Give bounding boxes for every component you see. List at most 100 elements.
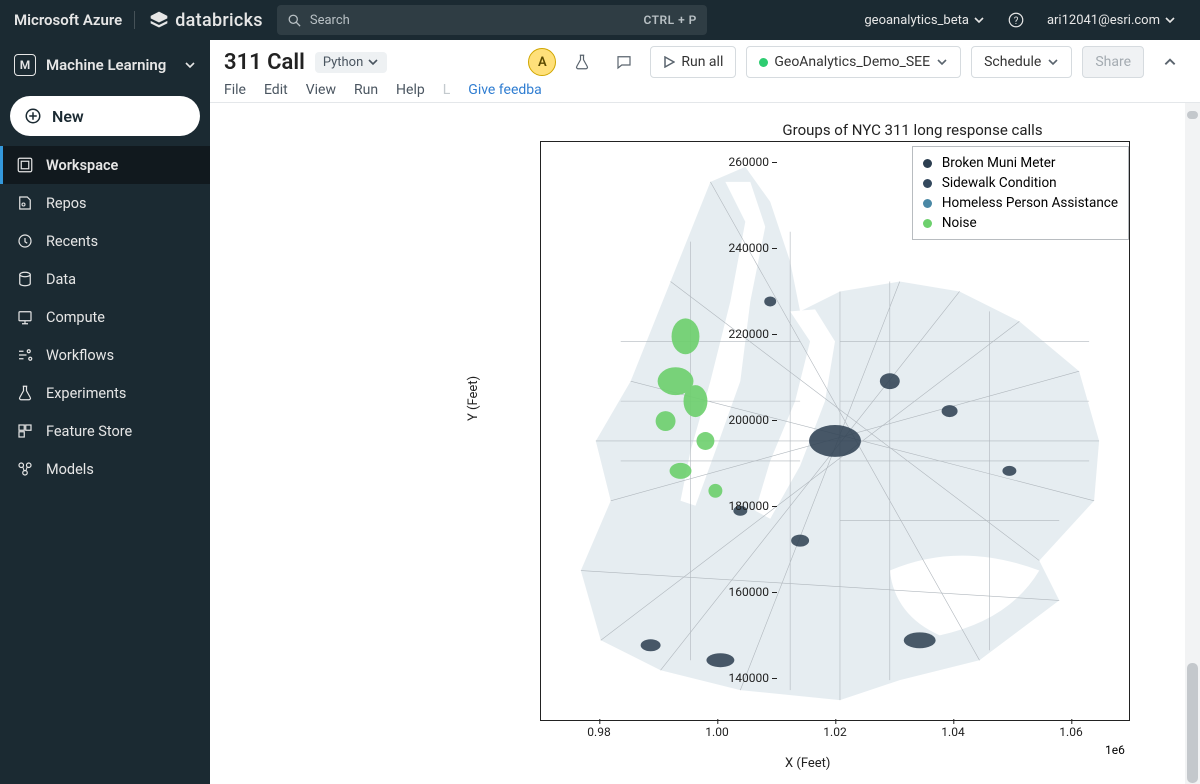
chevron-down-icon (973, 14, 985, 26)
schedule-button[interactable]: Schedule (971, 46, 1072, 78)
y-tick-label: 220000 (709, 327, 769, 341)
comment-icon (615, 53, 633, 71)
new-button-label: New (52, 107, 84, 126)
chevron-down-icon (936, 56, 948, 68)
plot-axes: Broken Muni MeterSidewalk ConditionHomel… (540, 141, 1130, 721)
share-button[interactable]: Share (1082, 46, 1144, 78)
sidebar-item-featurestore[interactable]: Feature Store (0, 412, 210, 450)
x-tick-label: 1.06 (1059, 725, 1082, 739)
sidebar-item-data[interactable]: Data (0, 260, 210, 298)
scrollbar-thumb[interactable] (1187, 663, 1198, 783)
legend-entry: Homeless Person Assistance (923, 193, 1118, 213)
workspace-switcher[interactable]: geoanalytics_beta (856, 13, 993, 28)
run-all-label: Run all (681, 54, 723, 70)
chevron-down-icon (1047, 56, 1059, 68)
legend-label: Noise (942, 215, 977, 231)
y-tick-label: 240000 (709, 241, 769, 255)
menu-view[interactable]: View (306, 82, 336, 98)
databricks-brand-text: databricks (175, 10, 263, 31)
sidebar-item-models[interactable]: Models (0, 450, 210, 488)
sidebar-item-experiments[interactable]: Experiments (0, 374, 210, 412)
chevron-down-icon (184, 59, 196, 71)
account-email-label: ari12041@esri.com (1047, 13, 1160, 28)
plus-circle-icon (24, 107, 42, 125)
azure-brand[interactable]: Microsoft Azure (10, 11, 135, 29)
scrollbar-thumb[interactable] (1187, 111, 1198, 119)
notebook-title[interactable]: 311 Call (224, 50, 305, 75)
sidebar-item-recents[interactable]: Recents (0, 222, 210, 260)
chevron-down-icon (367, 56, 379, 68)
new-button[interactable]: New (10, 96, 200, 136)
sidebar-item-label: Experiments (46, 385, 126, 402)
compute-icon (16, 308, 34, 326)
legend-marker (923, 199, 932, 208)
legend-marker (923, 219, 932, 228)
sidebar-item-label: Workspace (46, 157, 118, 174)
menu-divider: L (443, 82, 451, 98)
experiments-icon (16, 384, 34, 402)
plot-x-unit: 1e6 (1105, 743, 1125, 757)
presence-avatar[interactable]: A (528, 48, 556, 76)
x-tick-label: 1.00 (705, 725, 728, 739)
cluster-picker[interactable]: GeoAnalytics_Demo_SEE (746, 46, 961, 78)
legend-marker (923, 179, 932, 188)
sidebar-item-label: Data (46, 271, 76, 288)
persona-switcher[interactable]: M Machine Learning (0, 40, 210, 90)
search-input[interactable]: Search CTRL + P (277, 5, 707, 35)
y-tick-label: 260000 (709, 155, 769, 169)
persona-icon: M (14, 54, 36, 76)
y-tick-label: 160000 (709, 585, 769, 599)
sidebar: M Machine Learning New Workspace Repos Rec… (0, 40, 210, 784)
sidebar-item-label: Recents (46, 233, 98, 250)
workflows-icon (16, 346, 34, 364)
search-icon (287, 13, 302, 28)
menu-help[interactable]: Help (396, 82, 425, 98)
account-menu[interactable]: ari12041@esri.com (1039, 13, 1184, 28)
help-button[interactable]: ? (999, 11, 1033, 29)
main-content: 311 Call Python A Run all GeoAnalytics_D… (210, 40, 1200, 784)
repos-icon (16, 194, 34, 212)
sidebar-item-label: Feature Store (46, 423, 132, 440)
plot-ylabel: Y (Feet) (466, 376, 481, 421)
language-picker[interactable]: Python (315, 52, 387, 73)
legend-entry: Broken Muni Meter (923, 153, 1118, 173)
persona-label: Machine Learning (46, 56, 166, 74)
collapse-header-button[interactable] (1154, 46, 1186, 78)
x-tick-label: 0.98 (587, 725, 610, 739)
workspace-icon (16, 156, 34, 174)
help-icon: ? (1007, 11, 1025, 29)
sidebar-item-workflows[interactable]: Workflows (0, 336, 210, 374)
models-icon (16, 460, 34, 478)
menu-file[interactable]: File (224, 82, 246, 98)
y-tick-label: 200000 (709, 413, 769, 427)
experiments-button[interactable] (566, 46, 598, 78)
legend-label: Broken Muni Meter (942, 155, 1056, 171)
play-icon (663, 56, 675, 68)
comments-button[interactable] (608, 46, 640, 78)
scrollbar-track[interactable] (1185, 103, 1200, 784)
menu-run[interactable]: Run (354, 82, 378, 98)
sidebar-item-label: Workflows (46, 347, 114, 364)
sidebar-item-label: Repos (46, 195, 87, 212)
cluster-status-dot (759, 58, 768, 67)
sidebar-item-label: Compute (46, 309, 105, 326)
x-tick-label: 1.02 (823, 725, 846, 739)
sidebar-item-workspace[interactable]: Workspace (0, 146, 210, 184)
beaker-icon (573, 53, 591, 71)
language-label: Python (323, 55, 363, 70)
schedule-label: Schedule (984, 54, 1041, 70)
sidebar-item-label: Models (46, 461, 94, 478)
plot-xlabel: X (Feet) (785, 756, 830, 771)
give-feedback-link[interactable]: Give feedba (468, 82, 541, 98)
notebook-header: 311 Call Python A Run all GeoAnalytics_D… (210, 40, 1200, 103)
databricks-brand[interactable]: databricks (135, 10, 277, 31)
menu-edit[interactable]: Edit (264, 82, 288, 98)
sidebar-item-compute[interactable]: Compute (0, 298, 210, 336)
svg-text:?: ? (1014, 16, 1019, 27)
search-placeholder: Search (310, 13, 350, 28)
chevron-up-icon (1163, 55, 1177, 69)
legend-entry: Noise (923, 213, 1118, 233)
x-tick-label: 1.04 (941, 725, 964, 739)
run-all-button[interactable]: Run all (650, 46, 736, 78)
sidebar-item-repos[interactable]: Repos (0, 184, 210, 222)
